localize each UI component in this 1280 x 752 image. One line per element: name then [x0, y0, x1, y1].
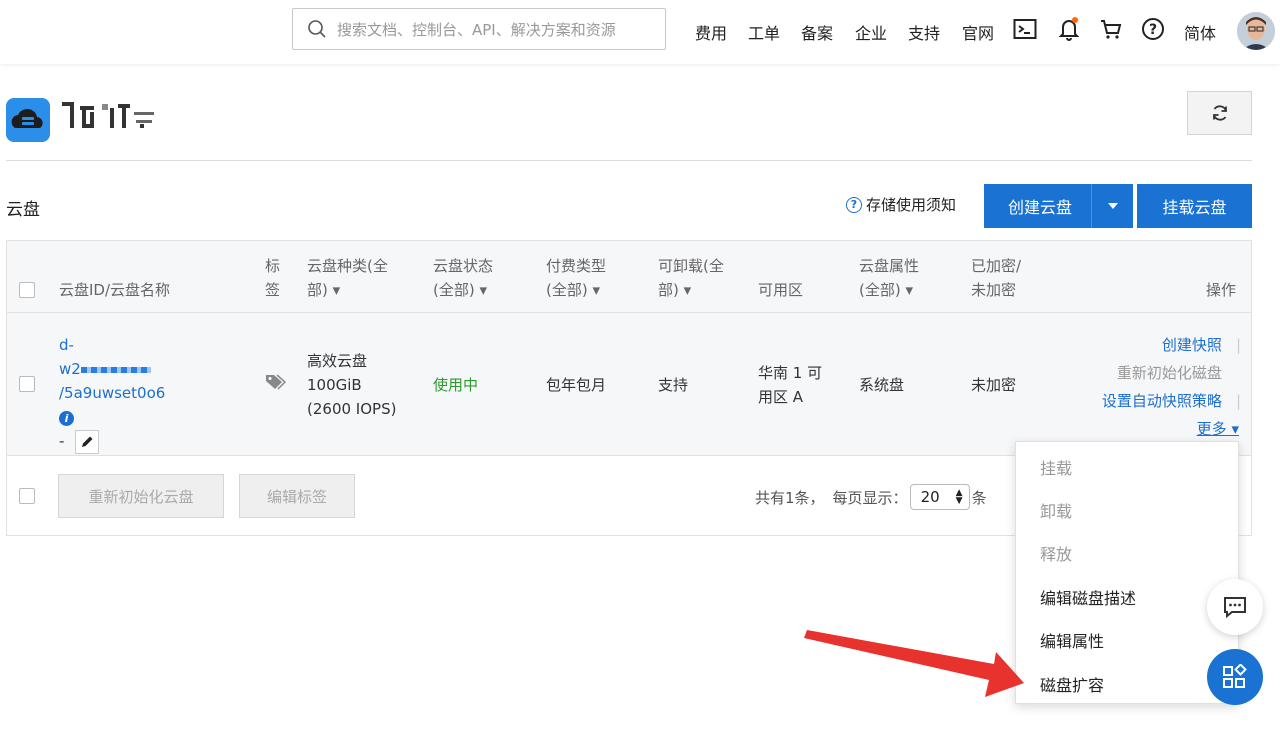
header-zone: 可用区 — [758, 281, 804, 299]
cloud-disk-logo-icon — [6, 98, 50, 142]
header-disk-attribute[interactable]: 云盘属性 (全部) ▾ — [859, 254, 919, 302]
nav-icp[interactable]: 备案 — [801, 20, 833, 44]
bell-icon[interactable] — [1056, 16, 1082, 42]
app-title-redacted — [60, 98, 160, 132]
attribute-cell: 系统盘 — [859, 376, 905, 394]
storage-notice-label: 存储使用须知 — [866, 196, 957, 214]
info-icon[interactable]: i — [59, 411, 74, 426]
create-disk-button[interactable]: 创建云盘 — [984, 184, 1133, 228]
search-icon — [308, 20, 326, 38]
section-title: 云盘 — [6, 200, 40, 220]
user-avatar[interactable] — [1237, 12, 1275, 50]
edit-name-icon[interactable] — [75, 429, 100, 454]
encryption-cell: 未加密 — [971, 376, 1017, 394]
menu-item-attach[interactable]: 挂载 — [1040, 455, 1072, 479]
header-encryption: 已加密/未加密 — [971, 257, 1022, 299]
header-disk-type[interactable]: 云盘种类(全 部) ▾ — [307, 254, 388, 302]
svg-text:?: ? — [1149, 22, 1157, 38]
tag-icon[interactable] — [265, 373, 287, 395]
footer-select-checkbox[interactable] — [19, 488, 35, 504]
header-disk-status[interactable]: 云盘状态 (全部) ▾ — [433, 254, 493, 302]
chat-button[interactable] — [1207, 579, 1263, 635]
detachable-cell: 支持 — [658, 376, 689, 394]
menu-item-release[interactable]: 释放 — [1040, 541, 1072, 565]
language-switch[interactable]: 简体 — [1184, 20, 1216, 44]
disk-type-cell: 高效云盘 100GiB (2600 IOPS) — [307, 352, 397, 418]
nav-enterprise[interactable]: 企业 — [855, 20, 887, 44]
more-dropdown-trigger[interactable]: 更多 ▾ — [1197, 420, 1239, 438]
disk-id-link-rest[interactable]: w2/5a9uwset0o6 — [59, 357, 249, 405]
search-input[interactable]: 搜索文档、控制台、API、解决方案和资源 — [292, 8, 666, 50]
apps-grid-icon — [1223, 664, 1247, 688]
create-disk-dropdown-icon[interactable] — [1091, 184, 1133, 228]
nav-support[interactable]: 支持 — [908, 20, 940, 44]
cart-icon[interactable] — [1098, 16, 1124, 42]
auto-snapshot-policy-link[interactable]: 设置自动快照策略 — [1102, 392, 1222, 410]
caret-down-icon: ▾ — [1226, 420, 1239, 438]
top-navigation-bar: 搜索文档、控制台、API、解决方案和资源 费用 工单 备案 企业 支持 官网 ?… — [0, 0, 1280, 64]
help-icon[interactable]: ? — [1140, 16, 1166, 42]
header-id-name: 云盘ID/云盘名称 — [59, 281, 171, 299]
header-tag: 标签 — [265, 257, 281, 299]
per-page-unit: 条 — [971, 488, 987, 507]
disk-id-link[interactable]: d- — [59, 336, 74, 354]
menu-item-edit-attributes[interactable]: 编辑属性 — [1040, 628, 1104, 652]
per-page-select[interactable]: 20 ▲ ▼ — [909, 484, 970, 510]
disk-id-cell: d- w2/5a9uwset0o6 i - — [59, 333, 249, 454]
more-dropdown-menu: 挂载 卸载 释放 编辑磁盘描述 编辑属性 磁盘扩容 — [1015, 441, 1239, 704]
refresh-icon — [1212, 105, 1227, 121]
pagination: 共有1条， 每页显示： 20 ▲ ▼ 条 — [755, 484, 987, 510]
table-row: d- w2/5a9uwset0o6 i - 高效云盘 100GiB (2600 IO… — [7, 313, 1251, 456]
apps-button[interactable] — [1207, 649, 1263, 705]
operations-cell: 创建快照| 重新初始化磁盘| 设置自动快照策略| 更多 ▾ — [1101, 336, 1241, 438]
menu-item-resize-disk[interactable]: 磁盘扩容 — [1040, 672, 1104, 696]
attach-disk-button[interactable]: 挂载云盘 — [1137, 184, 1252, 228]
create-disk-label: 创建云盘 — [1008, 198, 1073, 217]
nav-official-site[interactable]: 官网 — [962, 20, 994, 44]
refresh-button[interactable] — [1187, 91, 1252, 135]
select-all-checkbox[interactable] — [19, 282, 35, 298]
nav-billing[interactable]: 费用 — [695, 20, 727, 44]
reinit-cloud-disk-button[interactable]: 重新初始化云盘 — [58, 474, 224, 518]
header-billing-type[interactable]: 付费类型 (全部) ▾ — [546, 254, 606, 302]
reinit-disk-link[interactable]: 重新初始化磁盘 — [1117, 364, 1222, 382]
question-icon: ? — [846, 196, 862, 213]
create-snapshot-link[interactable]: 创建快照 — [1162, 336, 1222, 354]
terminal-icon[interactable] — [1012, 16, 1038, 42]
disk-name: - — [59, 432, 65, 450]
menu-item-detach[interactable]: 卸载 — [1040, 498, 1072, 522]
billing-cell: 包年包月 — [546, 376, 607, 394]
zone-cell: 华南 1 可用区 A — [758, 364, 823, 406]
nav-tickets[interactable]: 工单 — [748, 20, 780, 44]
storage-notice-link[interactable]: ? 存储使用须知 — [846, 194, 956, 215]
status-badge: 使用中 — [433, 376, 479, 394]
header-operations: 操作 — [1206, 281, 1237, 299]
edit-tags-button[interactable]: 编辑标签 — [239, 474, 355, 518]
stepper-icon: ▲ ▼ — [955, 488, 963, 506]
row-checkbox[interactable] — [19, 376, 35, 392]
menu-item-edit-description[interactable]: 编辑磁盘描述 — [1040, 585, 1136, 609]
table-header: 云盘ID/云盘名称 标签 云盘种类(全 部) ▾ 云盘状态 (全部) ▾ 付费类型(… — [7, 241, 1251, 313]
search-placeholder: 搜索文档、控制台、API、解决方案和资源 — [337, 20, 616, 39]
per-page-label: 每页显示： — [832, 488, 908, 507]
total-count: 共有1条， — [755, 488, 825, 507]
header-detachable[interactable]: 可卸载(全 部) ▾ — [658, 254, 724, 302]
header-divider — [6, 160, 1252, 161]
chat-icon — [1224, 597, 1246, 619]
